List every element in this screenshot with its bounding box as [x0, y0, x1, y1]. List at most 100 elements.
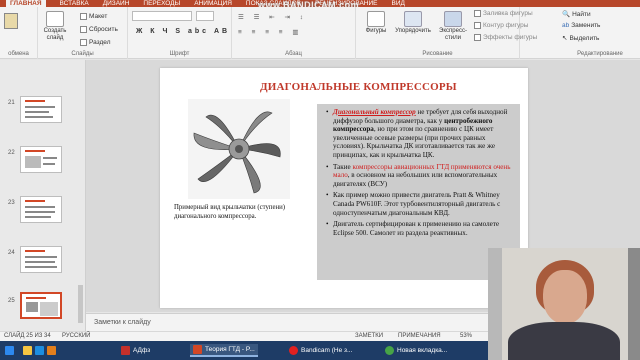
font-size-field[interactable]	[196, 11, 214, 21]
webcam-overlay	[488, 248, 640, 360]
taskbar-item[interactable]: Bandicam (Не з...	[286, 344, 355, 357]
shape-effects-button[interactable]: Эффекты фигуры	[474, 34, 537, 41]
section-icon	[80, 39, 87, 46]
language-indicator[interactable]: РУССКИЙ	[62, 333, 90, 339]
slide-thumbnail[interactable]	[20, 196, 62, 223]
bullet-text: Двигатель сертифицирован к применению на…	[333, 220, 500, 237]
find-label: Найти	[572, 10, 591, 18]
select-label: Выделить	[569, 34, 600, 42]
media-icon	[47, 346, 56, 355]
paragraph-list-buttons[interactable]: ☰ ☰ ⇤ ⇥ ↕	[238, 13, 307, 21]
layout-label: Макет	[89, 13, 108, 20]
impeller-image	[188, 99, 290, 199]
thumbnail-scrollbar[interactable]	[78, 285, 83, 323]
tab-home[interactable]: ГЛАВНАЯ	[6, 0, 46, 7]
thumb-line	[25, 266, 57, 268]
presenter-face	[543, 270, 587, 324]
thumb-title-bar	[25, 250, 45, 252]
webcam-background	[488, 248, 502, 360]
replace-button[interactable]: ab Заменить	[562, 22, 600, 29]
slide-title[interactable]: ДИАГОНАЛЬНЫЕ КОМПРЕССОРЫ	[260, 81, 457, 93]
bullet-text: Такие	[333, 162, 353, 171]
replace-label: Заменить	[571, 22, 601, 29]
presenter-body	[508, 322, 620, 360]
reset-label: Сбросить	[89, 26, 118, 33]
thumb-title-bar	[25, 150, 45, 152]
taskbar-item-label: Новая вкладка...	[397, 347, 448, 354]
slide[interactable]: ДИАГОНАЛЬНЫЕ КОМПРЕССОРЫ Примерный вид к…	[160, 68, 528, 308]
bullet-list: Диагональный компрессор не требует для с…	[326, 108, 516, 240]
tab-transitions[interactable]: ПЕРЕХОДЫ	[143, 0, 180, 7]
thumb-number: 22	[8, 150, 15, 156]
tab-view[interactable]: ВИД	[392, 0, 405, 7]
arrange-icon	[404, 11, 422, 27]
arrange-button[interactable]: Упорядочить	[394, 11, 432, 34]
bullet-text: , в основном на небольших или вспомогате…	[333, 171, 498, 188]
shape-effects-label: Эффекты фигуры	[483, 34, 538, 41]
reset-button[interactable]: Сбросить	[80, 26, 118, 33]
paste-button[interactable]	[4, 13, 18, 29]
group-drawing: Фигуры Упорядочить Экспресс-стили Заливк…	[356, 7, 537, 59]
create-slide-button[interactable]: Создать слайд	[42, 11, 68, 42]
bullet-text: Как пример можно привести двигатель Prat…	[333, 191, 501, 217]
ribbon: обмена Создать слайд Макет Сбросить Разд…	[0, 7, 640, 59]
slide-thumbnail[interactable]	[20, 146, 62, 173]
font-name-field[interactable]	[132, 11, 192, 21]
taskbar-pinned-apps[interactable]	[20, 344, 59, 357]
start-button[interactable]	[2, 344, 17, 357]
replace-icon: ab	[562, 22, 570, 29]
fill-bucket-icon	[474, 10, 481, 17]
comments-toggle[interactable]: ПРИМЕЧАНИЯ	[398, 333, 441, 339]
create-slide-label: Создать слайд	[43, 28, 67, 41]
new-slide-icon	[46, 11, 64, 27]
zoom-level[interactable]: 53%	[460, 333, 472, 339]
thumb-line	[43, 163, 55, 165]
taskbar-item-active[interactable]: Теория ГТД - P...	[190, 344, 258, 357]
group-font: Ж К Ч S abc АВ Шрифт	[128, 7, 232, 59]
bullet-item: Двигатель сертифицирован к применению на…	[326, 220, 516, 237]
effects-icon	[474, 34, 481, 41]
select-button[interactable]: ↖ Выделить	[562, 34, 600, 43]
shape-outline-button[interactable]: Контур фигуры	[474, 22, 528, 29]
quick-styles-button[interactable]: Экспресс-стили	[436, 11, 470, 42]
taskbar-item[interactable]: АДфз	[118, 344, 153, 357]
find-button[interactable]: 🔍 Найти	[562, 10, 591, 19]
thumb-line	[25, 216, 51, 218]
pen-icon	[474, 22, 481, 29]
shape-fill-button[interactable]: Заливка фигуры	[474, 10, 533, 17]
paragraph-align-buttons[interactable]: ≡ ≡ ≡ ≡ ▥	[238, 28, 303, 36]
tab-design[interactable]: ДИЗАЙН	[103, 0, 130, 7]
font-format-buttons[interactable]: Ж К Ч S abc АВ	[136, 28, 230, 35]
tab-animation[interactable]: АНИМАЦИЯ	[194, 0, 232, 7]
group-slides: Создать слайд Макет Сбросить Раздел Слай…	[38, 7, 128, 59]
slide-thumbnail[interactable]	[20, 96, 62, 123]
taskbar-item-label: АДфз	[133, 347, 151, 354]
thumb-number: 24	[8, 250, 15, 256]
notes-toggle[interactable]: ЗАМЕТКИ	[355, 333, 383, 339]
tab-insert[interactable]: ВСТАВКА	[60, 0, 89, 7]
layout-button[interactable]: Макет	[80, 13, 107, 20]
slide-thumbnail[interactable]	[20, 246, 62, 273]
group-label-font: Шрифт	[169, 51, 190, 57]
slide-counter: СЛАЙД 25 ИЗ 34	[4, 333, 51, 339]
thumb-line	[25, 256, 57, 258]
thumb-number: 21	[8, 100, 15, 106]
section-button[interactable]: Раздел	[80, 39, 110, 46]
group-clipboard: обмена	[0, 7, 38, 59]
group-editing: 🔍 Найти ab Заменить ↖ Выделить Редактирован…	[560, 7, 640, 59]
taskbar-item[interactable]: Новая вкладка...	[382, 344, 450, 357]
thumb-line	[25, 261, 55, 263]
thumb-line	[25, 206, 55, 208]
notes-placeholder[interactable]: Заметки к слайду	[94, 319, 151, 326]
group-label-clipboard: обмена	[8, 51, 29, 57]
layout-icon	[80, 13, 87, 20]
bullet-item: Как пример можно привести двигатель Prat…	[326, 191, 516, 217]
windows-logo-icon	[5, 346, 14, 355]
browser-icon	[385, 346, 394, 355]
shapes-button[interactable]: Фигуры	[362, 11, 390, 34]
thumb-image	[26, 302, 38, 312]
group-label-editing: Редактирование	[577, 51, 623, 57]
slide-thumbnail-selected[interactable]	[20, 292, 62, 319]
slide-thumbnail-pane[interactable]: 21 22 23 24 25	[0, 60, 86, 331]
image-caption: Примерный вид крыльчатки (ступени) диаго…	[174, 204, 286, 220]
